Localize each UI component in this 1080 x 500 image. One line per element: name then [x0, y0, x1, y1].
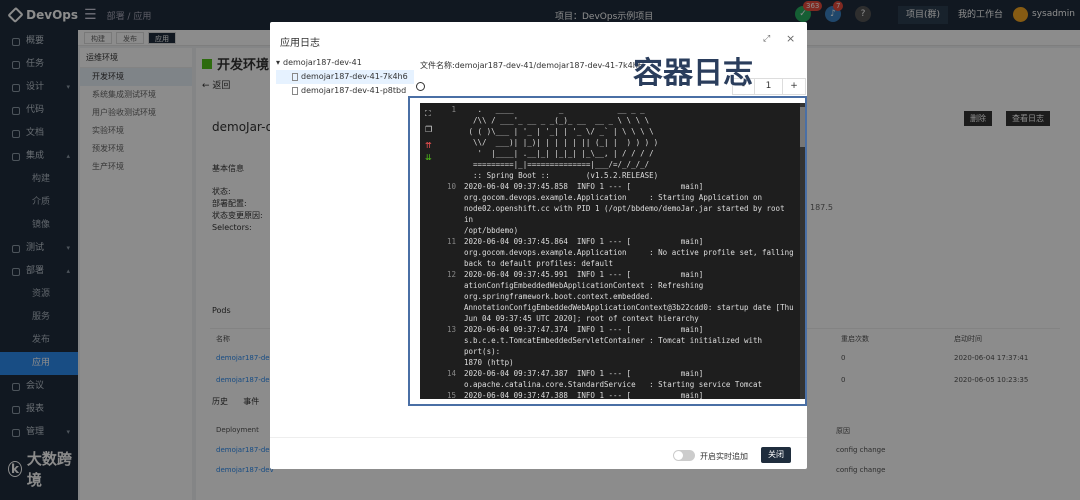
close-icon[interactable]: ×: [786, 32, 795, 45]
file-icon: [292, 73, 298, 81]
pod-tree: ▾ demojar187-dev-41 demojar187-dev-41-7k4…: [276, 56, 414, 98]
annotation-box: [408, 96, 807, 406]
tree-node-7k4h6[interactable]: demojar187-dev-41-7k4h6: [276, 70, 414, 84]
tree-node-p8tbd[interactable]: demojar187-dev-41-p8tbd: [276, 84, 414, 98]
page-increment-button[interactable]: +: [783, 79, 805, 94]
tree-root[interactable]: ▾ demojar187-dev-41: [276, 56, 414, 70]
realtime-label: 开启实时追加: [700, 452, 748, 461]
realtime-toggle[interactable]: [673, 450, 695, 461]
tree-node-label: demojar187-dev-41-7k4h6: [301, 72, 408, 81]
fullscreen-icon[interactable]: ⤢: [763, 34, 770, 44]
collapse-caret-icon: ▾: [276, 58, 281, 67]
annotation-title: 容器日志: [633, 56, 753, 91]
devops-app: DevOps ☰ 部署 / 应用 项目：DevOps示例项目 ✓ 363 ♪ 7 ?…: [0, 0, 1080, 500]
close-button[interactable]: 关闭: [761, 447, 791, 463]
page-number-input[interactable]: 1: [755, 79, 783, 94]
tree-node-label: demojar187-dev-41-p8tbd: [301, 86, 407, 95]
tree-root-label: demojar187-dev-41: [283, 58, 362, 67]
loading-spinner-icon: [416, 82, 425, 91]
file-icon: [292, 87, 298, 95]
dialog-title: 应用日志: [280, 38, 320, 49]
dialog-footer: 开启实时追加 关闭: [270, 437, 807, 469]
file-name-label: 文件名称:demojar187-dev-41/demojar187-dev-41…: [420, 61, 643, 70]
